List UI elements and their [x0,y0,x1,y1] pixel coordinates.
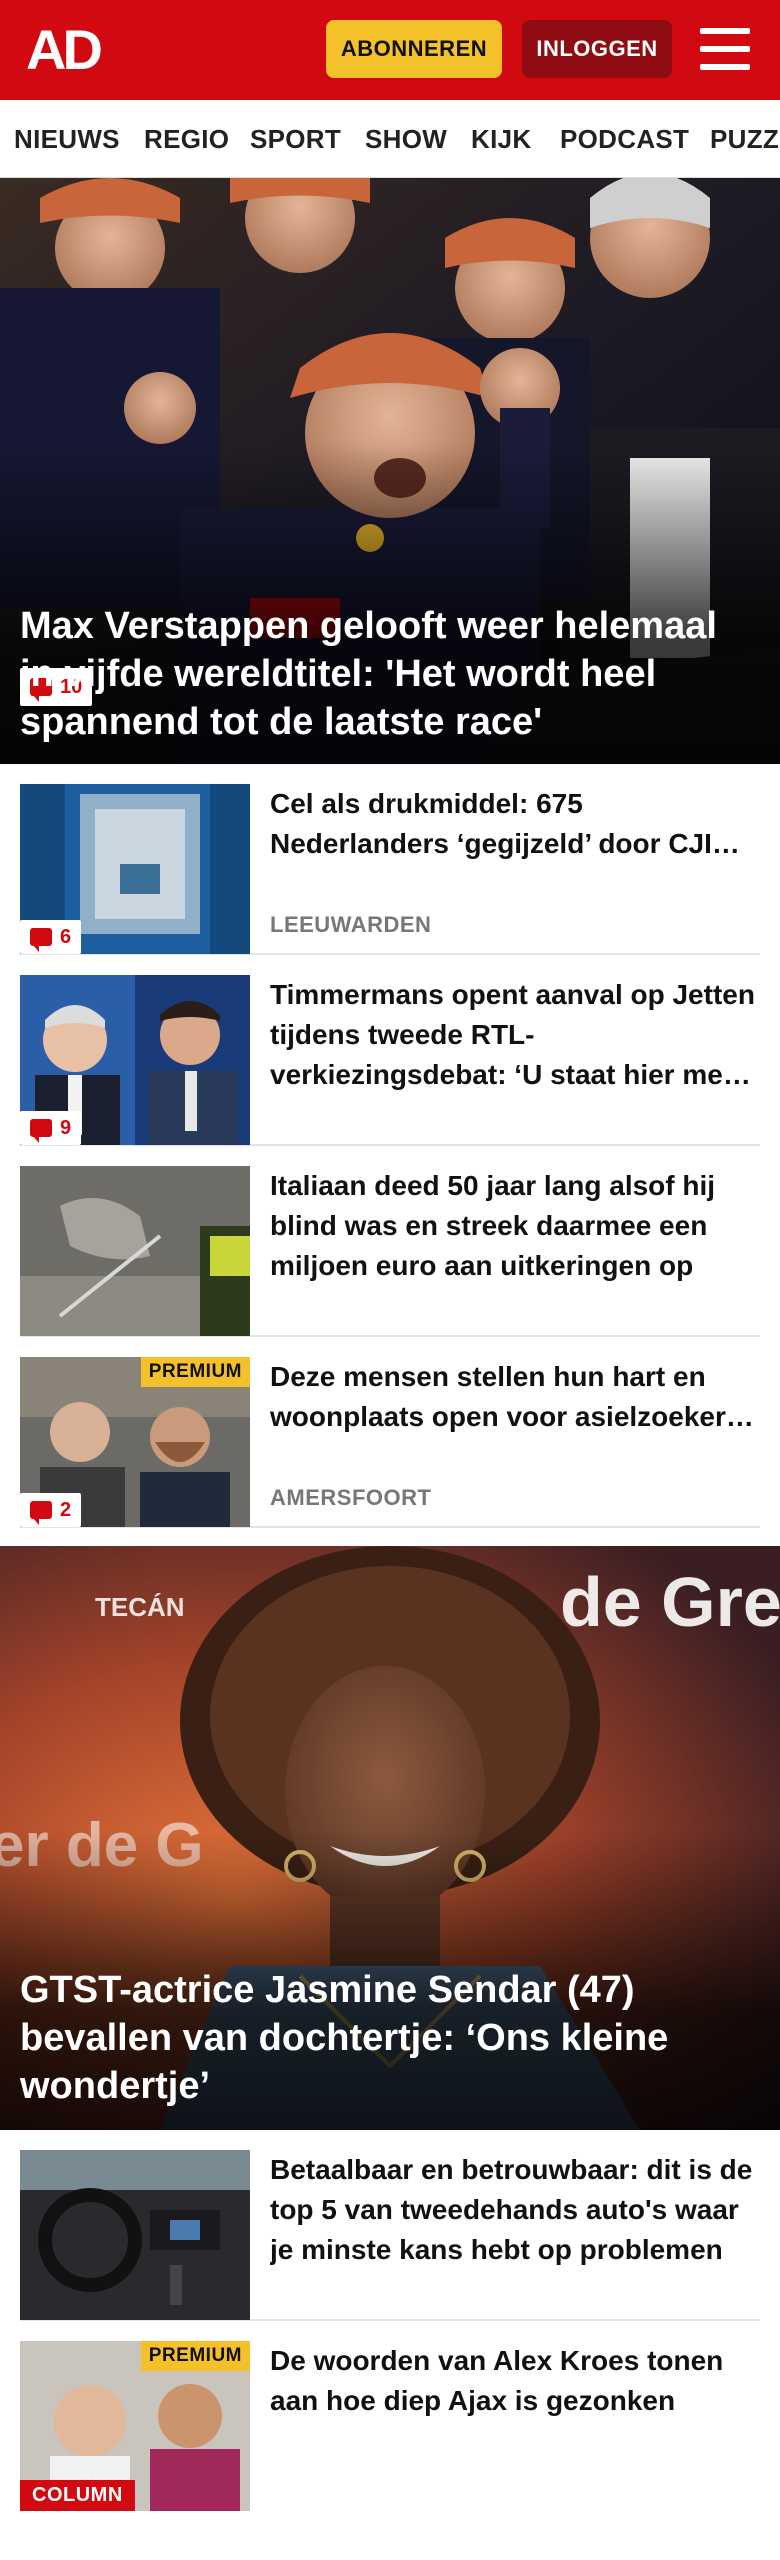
article-thumbnail [20,1166,250,1336]
article-item[interactable]: Betaalbaar en betrouwbaar: dit is de top… [20,2130,760,2321]
article-item[interactable]: Italiaan deed 50 jaar lang alsof hij bli… [20,1146,760,1337]
sponsor-logo-text: TECÁN [95,1592,185,1622]
article-headline[interactable]: De woorden van Alex Kroes tonen aan hoe … [270,2341,760,2421]
featured-article[interactable]: de Grens er de G TECÁN GTST-actrice Jasm… [0,1546,780,2130]
premium-badge: PREMIUM [140,2341,250,2371]
article-item[interactable]: 9 Timmermans opent aanval op Jetten tijd… [20,955,760,1146]
article-headline[interactable]: Italiaan deed 50 jaar lang alsof hij bli… [270,1166,760,1286]
article-item[interactable]: 6 Cel als drukmiddel: 675 Nederlanders ‘… [20,764,760,955]
blind-cane-image [20,1166,250,1336]
article-thumbnail: PREMIUM COLUMN [20,2341,250,2511]
article-item[interactable]: PREMIUM 2 Deze mensen stellen hun hart e… [20,1337,760,1528]
article-thumbnail: 6 [20,784,250,954]
comment-count-badge[interactable]: 9 [20,1111,82,1145]
subscribe-button[interactable]: ABONNEREN [326,20,502,78]
article-thumbnail: 9 [20,975,250,1145]
comment-count: 6 [60,925,72,948]
article-thumbnail [20,2150,250,2320]
comment-count-badge[interactable]: 2 [20,1493,82,1527]
article-location: LEEUWARDEN [270,912,432,937]
nav-item-kijk[interactable]: KIJK [471,124,531,155]
article-item[interactable]: PREMIUM COLUMN De woorden van Alex Kroes… [20,2321,760,2512]
column-tag: COLUMN [20,2480,135,2511]
nav-item-sport[interactable]: SPORT [250,124,341,155]
premium-badge: PREMIUM [140,1357,250,1387]
article-headline[interactable]: Cel als drukmiddel: 675 Nederlanders ‘ge… [270,784,760,864]
ad-logo[interactable]: AD [26,22,103,78]
article-headline[interactable]: Timmermans opent aanval op Jetten tijden… [270,975,760,1095]
article-headline[interactable]: Deze mensen stellen hun hart en woonplaa… [270,1357,760,1437]
nav-item-regio[interactable]: REGIO [144,124,229,155]
comment-icon [30,1119,52,1143]
section-nav: NIEUWS REGIO SPORT SHOW KIJK PODCAST PUZ… [0,100,780,178]
login-button[interactable]: INLOGGEN [522,20,672,78]
hero-headline[interactable]: Max Verstappen gelooft weer helemaal in … [20,602,760,746]
background-sign-text: de Grens [560,1563,780,1641]
comment-count: 2 [60,1498,72,1521]
car-interior-image [20,2150,250,2320]
top-bar: AD ABONNEREN INLOGGEN [0,0,780,100]
nav-item-nieuws[interactable]: NIEUWS [14,124,120,155]
comment-icon [30,928,52,952]
article-headline[interactable]: Betaalbaar en betrouwbaar: dit is de top… [270,2150,760,2270]
article-location: AMERSFOORT [270,1485,432,1510]
nav-item-show[interactable]: SHOW [365,124,447,155]
hero-article[interactable]: 10 Max Verstappen gelooft weer helemaal … [0,178,780,764]
nav-item-puzzels[interactable]: PUZZ [710,124,779,155]
comment-count: 9 [60,1116,72,1139]
comment-count-badge[interactable]: 6 [20,920,82,954]
hamburger-menu-icon[interactable] [700,28,750,70]
featured-headline[interactable]: GTST-actrice Jasmine Sendar (47) bevalle… [20,1966,760,2110]
nav-item-podcast[interactable]: PODCAST [560,124,689,155]
comment-icon [30,1501,52,1525]
article-thumbnail: PREMIUM 2 [20,1357,250,1527]
